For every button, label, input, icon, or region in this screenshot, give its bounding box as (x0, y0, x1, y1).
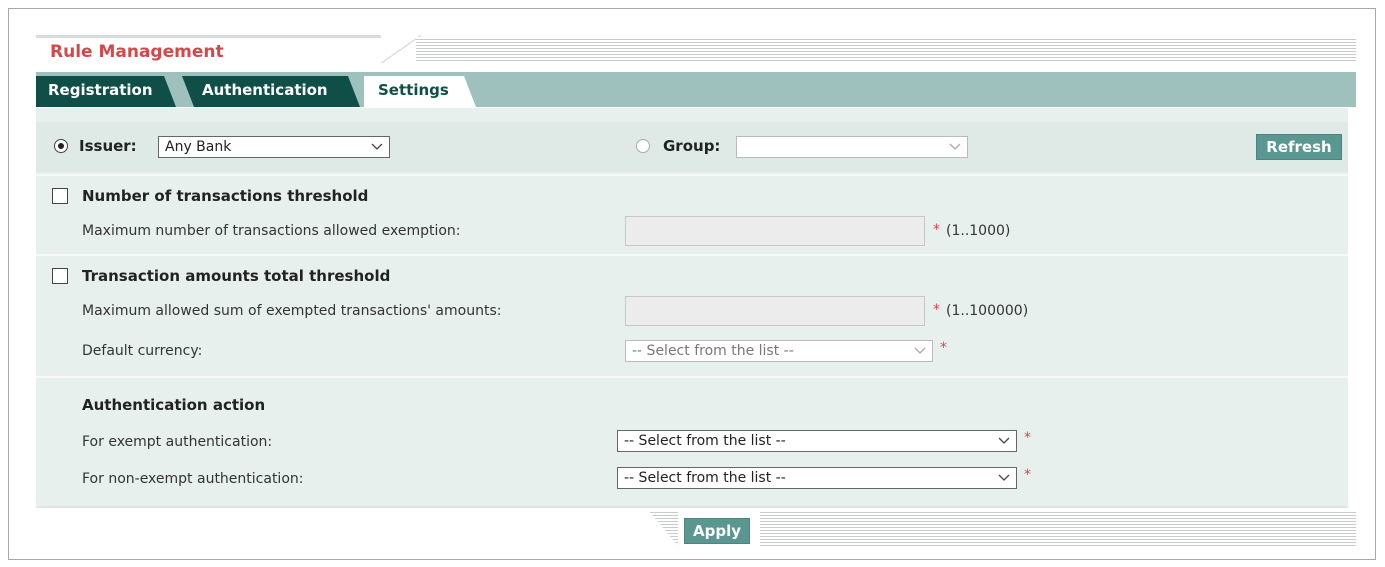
required-mark: * (940, 340, 947, 356)
chevron-down-icon (371, 143, 383, 150)
chevron-down-icon (914, 347, 926, 354)
currency-label: Default currency: (82, 343, 203, 359)
tab-registration[interactable]: Registration (36, 76, 176, 107)
issuer-select-value: Any Bank (165, 139, 232, 155)
exempt-select-value: -- Select from the list -- (624, 433, 786, 449)
chevron-down-icon (949, 143, 961, 150)
auth-action-section: Authentication action For exempt authent… (36, 376, 1348, 506)
tab-strip: Registration Authentication Settings (36, 72, 1356, 107)
tx-amount-title: Transaction amounts total threshold (82, 267, 391, 285)
auth-action-title: Authentication action (82, 396, 266, 414)
group-label: Group: (663, 137, 721, 155)
page-title: Rule Management (50, 42, 224, 62)
group-select[interactable] (736, 136, 968, 158)
group-radio[interactable] (636, 139, 650, 153)
refresh-button[interactable]: Refresh (1256, 134, 1342, 160)
tx-count-range: (1..1000) (946, 223, 1011, 239)
required-mark: * (1024, 467, 1031, 483)
tx-amount-section: Transaction amounts total threshold Maxi… (36, 254, 1348, 376)
title-stripes (416, 37, 1356, 63)
chevron-down-icon (998, 474, 1010, 481)
tx-count-max-input[interactable] (625, 216, 925, 246)
tab-authentication[interactable]: Authentication (182, 76, 360, 107)
title-divider (381, 35, 421, 63)
required-mark: * (933, 222, 940, 238)
issuer-row: Issuer: Any Bank Group: Refresh (36, 122, 1348, 172)
tab-settings[interactable]: Settings (364, 76, 476, 107)
tx-amount-range: (1..100000) (946, 303, 1029, 319)
settings-form: Issuer: Any Bank Group: Refresh Number o… (36, 108, 1348, 506)
tx-count-title: Number of transactions threshold (82, 187, 369, 205)
nonexempt-label: For non-exempt authentication: (82, 471, 304, 487)
tx-amount-max-input[interactable] (625, 296, 925, 326)
tx-amount-max-label: Maximum allowed sum of exempted transact… (82, 303, 502, 319)
nonexempt-select[interactable]: -- Select from the list -- (617, 467, 1017, 489)
required-mark: * (933, 302, 940, 318)
currency-select[interactable]: -- Select from the list -- (625, 340, 933, 362)
chevron-down-icon (998, 437, 1010, 444)
currency-select-value: -- Select from the list -- (632, 343, 794, 359)
footer-stripes-right (760, 510, 1356, 546)
required-mark: * (1024, 430, 1031, 446)
title-bar: Rule Management (36, 35, 1356, 63)
title-tab: Rule Management (36, 35, 381, 63)
tx-count-checkbox[interactable] (52, 188, 68, 204)
exempt-select[interactable]: -- Select from the list -- (617, 430, 1017, 452)
issuer-select[interactable]: Any Bank (158, 136, 390, 158)
exempt-label: For exempt authentication: (82, 434, 273, 450)
apply-button[interactable]: Apply (684, 518, 750, 544)
tx-count-max-label: Maximum number of transactions allowed e… (82, 223, 461, 239)
nonexempt-select-value: -- Select from the list -- (624, 470, 786, 486)
issuer-radio[interactable] (54, 139, 68, 153)
issuer-label: Issuer: (79, 137, 137, 155)
form-bottom-border (36, 506, 1348, 508)
tx-count-section: Number of transactions threshold Maximum… (36, 174, 1348, 254)
tx-amount-checkbox[interactable] (52, 268, 68, 284)
